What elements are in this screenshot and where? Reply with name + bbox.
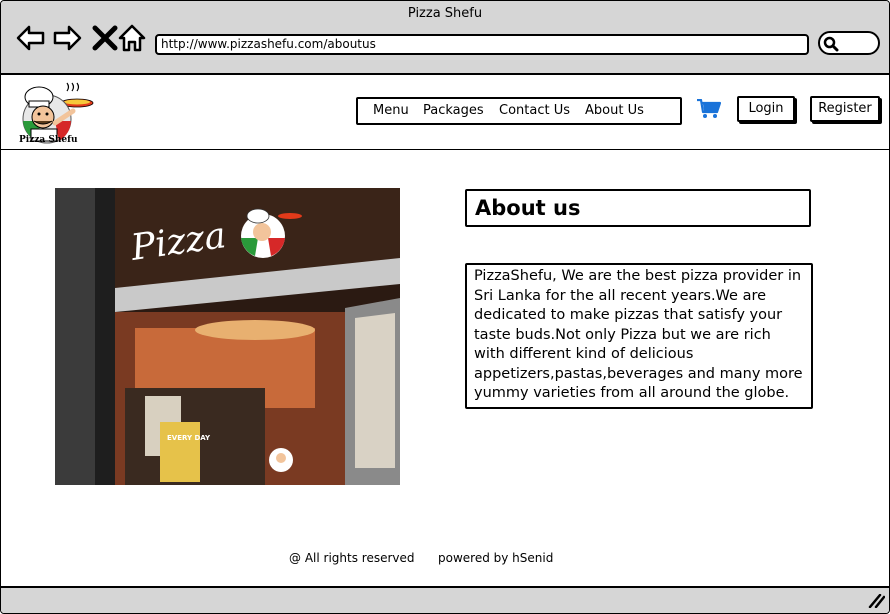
address-bar[interactable]: http://www.pizzashefu.com/aboutus [155, 34, 809, 55]
about-description: PizzaShefu, We are the best pizza provid… [465, 263, 813, 409]
home-icon[interactable] [117, 23, 147, 53]
logo-text: Pizza Shefu [19, 135, 78, 145]
login-button[interactable]: Login [737, 96, 795, 122]
browser-toolbar: Pizza Shefu http://www.pizzashefu.com/ab… [1, 1, 889, 75]
status-bar [1, 586, 889, 613]
storefront-photo: Pizza EVERY DAY [55, 188, 400, 485]
browser-window: Pizza Shefu http://www.pizzashefu.com/ab… [0, 0, 890, 614]
footer-rights: @ All rights reserved [289, 551, 415, 565]
site-header: Pizza Shefu Menu Packages Contact Us Abo… [1, 75, 889, 150]
arrow-right-icon[interactable] [52, 23, 82, 53]
search-box[interactable] [818, 31, 880, 55]
promo-text: EVERY DAY [167, 434, 211, 442]
nav-item-packages[interactable]: Packages [423, 103, 484, 118]
arrow-left-icon[interactable] [16, 23, 46, 53]
nav-item-about-us[interactable]: About Us [585, 103, 644, 118]
footer-powered: powered by hSenid [438, 551, 554, 565]
nav-item-menu[interactable]: Menu [373, 103, 409, 118]
main-nav: Menu Packages Contact Us About Us [356, 97, 682, 125]
about-title-box: About us [465, 189, 811, 227]
shopping-cart-icon[interactable] [697, 99, 721, 119]
search-icon [823, 36, 839, 52]
resize-grip-icon[interactable] [867, 594, 885, 608]
close-x-icon[interactable] [90, 23, 120, 53]
nav-item-contact-us[interactable]: Contact Us [499, 103, 570, 118]
page-title: About us [475, 196, 581, 220]
register-button[interactable]: Register [810, 96, 880, 122]
window-title: Pizza Shefu [407, 6, 483, 21]
